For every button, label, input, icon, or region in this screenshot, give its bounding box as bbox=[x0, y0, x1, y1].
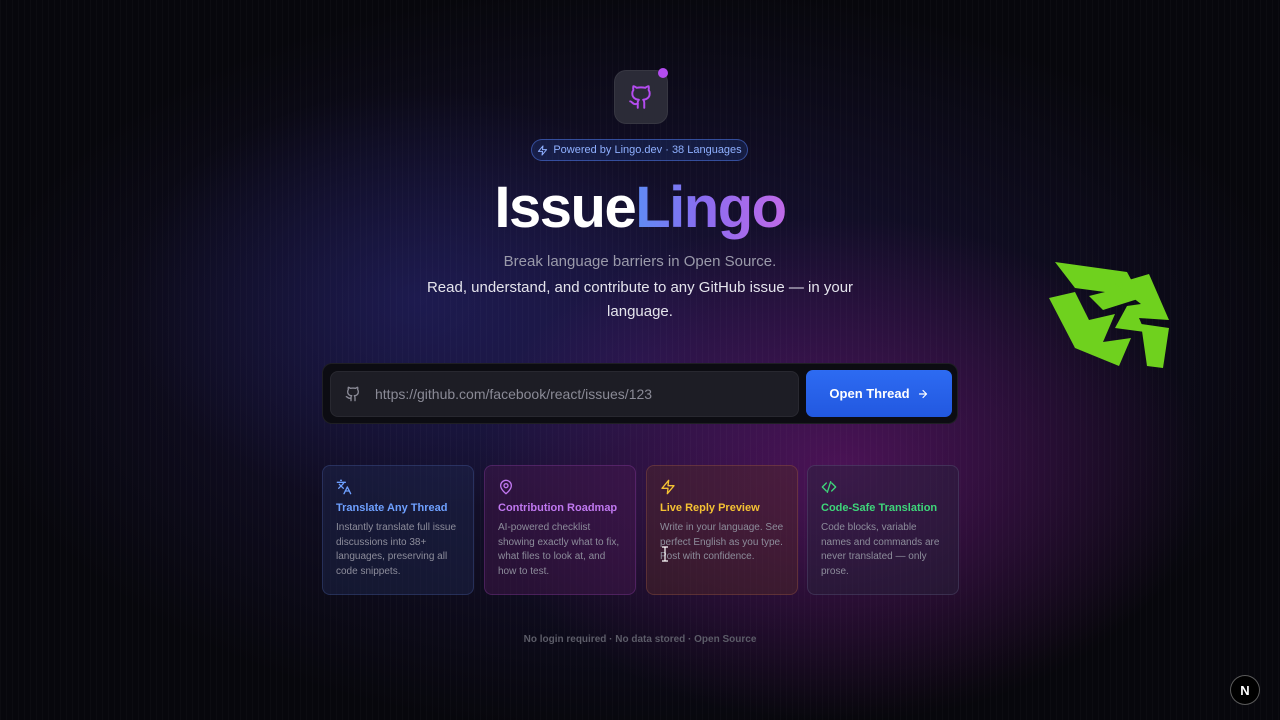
code-icon bbox=[821, 481, 837, 493]
powered-by-badge: Powered by Lingo.dev · 38 Languages bbox=[531, 139, 748, 161]
feature-title: Translate Any Thread bbox=[336, 502, 448, 514]
tagline: Read, understand, and contribute to any … bbox=[426, 279, 854, 320]
issue-url-field[interactable] bbox=[330, 371, 799, 417]
feature-title: Contribution Roadmap bbox=[498, 502, 618, 514]
map-pin-icon bbox=[500, 479, 512, 495]
title-part-issue: Issue bbox=[494, 175, 636, 240]
github-icon bbox=[345, 386, 361, 402]
issue-url-input[interactable] bbox=[373, 385, 798, 403]
feature-card-translate: Translate Any Thread Instantly translate… bbox=[322, 465, 474, 595]
issue-url-form: Open Thread bbox=[322, 363, 958, 424]
lightning-icon bbox=[538, 144, 548, 156]
feature-description: Instantly translate full issue discussio… bbox=[336, 522, 457, 577]
text-cursor-icon bbox=[662, 546, 668, 562]
dev-tools-indicator[interactable]: N bbox=[1230, 675, 1260, 705]
feature-card-live-reply: Live Reply Preview Write in your languag… bbox=[646, 465, 798, 595]
badge-label: Powered by Lingo.dev · 38 Languages bbox=[553, 144, 742, 156]
page-title: IssueLingo bbox=[0, 172, 1280, 244]
floating-logo-icon bbox=[1049, 262, 1169, 368]
feature-description: Write in your language. See perfect Engl… bbox=[660, 522, 784, 563]
notification-dot bbox=[658, 68, 668, 78]
arrow-right-icon bbox=[918, 389, 927, 398]
feature-title: Code-Safe Translation bbox=[821, 502, 938, 514]
dev-indicator-label: N bbox=[1240, 682, 1250, 698]
open-thread-button[interactable]: Open Thread bbox=[806, 370, 952, 417]
feature-card-roadmap: Contribution Roadmap AI-powered checklis… bbox=[484, 465, 636, 595]
footer-note: No login required · No data stored · Ope… bbox=[523, 634, 757, 645]
feature-description: AI-powered checklist showing exactly wha… bbox=[498, 522, 620, 577]
translate-icon bbox=[336, 479, 352, 495]
app-logo bbox=[614, 70, 668, 124]
open-thread-label: Open Thread bbox=[829, 386, 910, 401]
title-part-lingo: Lingo bbox=[635, 175, 787, 240]
feature-description: Code blocks, variable names and commands… bbox=[821, 522, 940, 577]
github-icon bbox=[629, 85, 651, 109]
feature-title: Live Reply Preview bbox=[660, 502, 760, 514]
lightning-icon bbox=[661, 479, 675, 495]
feature-card-code-safe: Code-Safe Translation Code blocks, varia… bbox=[807, 465, 959, 595]
